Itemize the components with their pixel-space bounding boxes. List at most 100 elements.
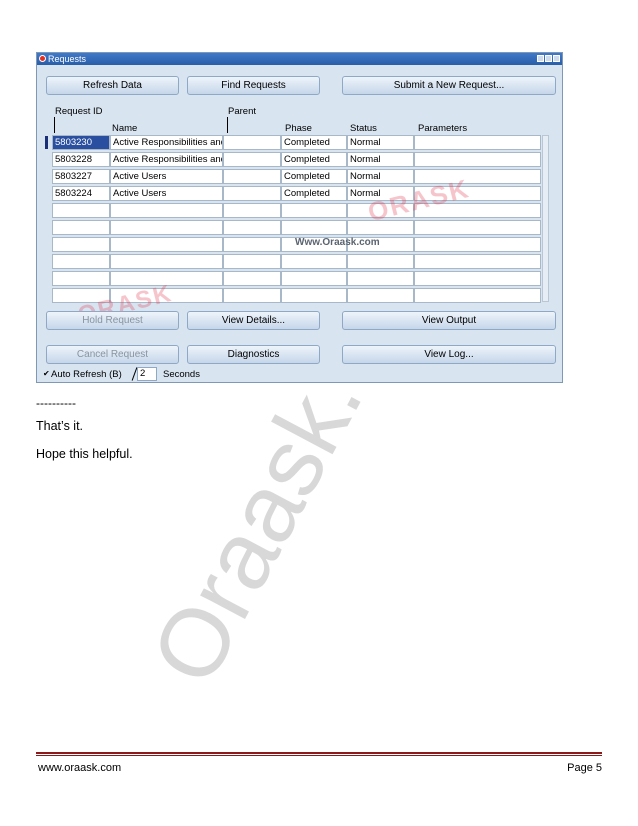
- body-line-2: Hope this helpful.: [36, 447, 133, 461]
- oracle-icon: [39, 55, 46, 62]
- table-row[interactable]: [52, 203, 542, 218]
- window-title-bar[interactable]: Requests: [37, 53, 562, 65]
- view-details-button[interactable]: View Details...: [187, 311, 320, 330]
- diagnostics-button[interactable]: Diagnostics: [187, 345, 320, 364]
- phase-cell[interactable]: Completed: [281, 152, 347, 167]
- name-cell[interactable]: Active Responsibilities and: [110, 135, 223, 150]
- status-cell[interactable]: Normal: [347, 152, 414, 167]
- divider-text: ----------: [36, 396, 76, 410]
- request-id-cell[interactable]: 5803227: [52, 169, 110, 184]
- table-row[interactable]: [52, 220, 542, 235]
- phase-cell[interactable]: [281, 288, 347, 303]
- phase-cell[interactable]: [281, 220, 347, 235]
- parameters-cell[interactable]: [414, 254, 541, 269]
- name-cell[interactable]: Active Users: [110, 186, 223, 201]
- status-cell[interactable]: [347, 254, 414, 269]
- name-cell[interactable]: [110, 237, 223, 252]
- parameters-cell[interactable]: [414, 237, 541, 252]
- maximize-icon[interactable]: [545, 55, 552, 62]
- parent-cell[interactable]: [223, 220, 281, 235]
- table-row[interactable]: 5803227 Active Users Completed Normal: [52, 169, 542, 184]
- name-cell[interactable]: [110, 288, 223, 303]
- parameters-cell[interactable]: [414, 186, 541, 201]
- status-cell[interactable]: [347, 220, 414, 235]
- cancel-request-button[interactable]: Cancel Request: [46, 345, 179, 364]
- request-id-cell[interactable]: [52, 237, 110, 252]
- name-cell[interactable]: [110, 271, 223, 286]
- view-log-button[interactable]: View Log...: [342, 345, 556, 364]
- request-id-cell[interactable]: 5803230: [52, 135, 110, 150]
- hold-request-button[interactable]: Hold Request: [46, 311, 179, 330]
- checkbox-check-icon[interactable]: ✔: [43, 369, 50, 378]
- parent-cell[interactable]: [223, 135, 281, 150]
- minimize-icon[interactable]: [537, 55, 544, 62]
- current-record-indicator: [45, 136, 48, 149]
- body-line-1: That’s it.: [36, 419, 84, 433]
- phase-cell[interactable]: Completed: [281, 186, 347, 201]
- parameters-cell[interactable]: [414, 135, 541, 150]
- parent-cell[interactable]: [223, 203, 281, 218]
- request-id-cell[interactable]: [52, 220, 110, 235]
- table-row[interactable]: [52, 254, 542, 269]
- table-row[interactable]: [52, 271, 542, 286]
- header-divider: [54, 117, 55, 133]
- col-header-parameters: Parameters: [418, 123, 468, 134]
- footer-website: www.oraask.com: [38, 762, 122, 774]
- phase-cell[interactable]: Completed: [281, 135, 347, 150]
- request-id-cell[interactable]: 5803228: [52, 152, 110, 167]
- table-row[interactable]: 5803230 Active Responsibilities and Comple…: [52, 135, 542, 150]
- request-id-cell[interactable]: 5803224: [52, 186, 110, 201]
- find-requests-button[interactable]: Find Requests: [187, 76, 320, 95]
- request-id-cell[interactable]: [52, 203, 110, 218]
- auto-refresh-seconds-input[interactable]: 2: [137, 367, 157, 381]
- status-cell[interactable]: Normal: [347, 186, 414, 201]
- parent-cell[interactable]: [223, 186, 281, 201]
- parent-cell[interactable]: [223, 237, 281, 252]
- view-output-button[interactable]: View Output: [342, 311, 556, 330]
- status-cell[interactable]: [347, 237, 414, 252]
- phase-cell[interactable]: [281, 271, 347, 286]
- status-cell[interactable]: [347, 203, 414, 218]
- status-cell[interactable]: [347, 271, 414, 286]
- parent-cell[interactable]: [223, 152, 281, 167]
- parameters-cell[interactable]: [414, 152, 541, 167]
- footer-rule: [36, 755, 602, 756]
- phase-cell[interactable]: Completed: [281, 169, 347, 184]
- grid-scrollbar[interactable]: [542, 135, 549, 302]
- close-icon[interactable]: [553, 55, 560, 62]
- parameters-cell[interactable]: [414, 220, 541, 235]
- request-id-cell[interactable]: [52, 271, 110, 286]
- refresh-data-button[interactable]: Refresh Data: [46, 76, 179, 95]
- table-row[interactable]: 5803228 Active Responsibilities and Comple…: [52, 152, 542, 167]
- footer-page-number: Page 5: [567, 762, 602, 774]
- phase-cell[interactable]: [281, 203, 347, 218]
- phase-cell[interactable]: [281, 237, 347, 252]
- status-cell[interactable]: Normal: [347, 135, 414, 150]
- status-cell[interactable]: Normal: [347, 169, 414, 184]
- parameters-cell[interactable]: [414, 169, 541, 184]
- parameters-cell[interactable]: [414, 203, 541, 218]
- table-row[interactable]: [52, 288, 542, 303]
- table-row[interactable]: [52, 237, 542, 252]
- parent-cell[interactable]: [223, 169, 281, 184]
- parent-cell[interactable]: [223, 288, 281, 303]
- request-id-cell[interactable]: [52, 288, 110, 303]
- name-cell[interactable]: [110, 203, 223, 218]
- name-cell[interactable]: [110, 220, 223, 235]
- name-cell[interactable]: Active Responsibilities and: [110, 152, 223, 167]
- submit-new-request-button[interactable]: Submit a New Request...: [342, 76, 556, 95]
- parameters-cell[interactable]: [414, 288, 541, 303]
- parent-cell[interactable]: [223, 271, 281, 286]
- auto-refresh-label: Auto Refresh (B): [51, 369, 122, 380]
- name-cell[interactable]: Active Users: [110, 169, 223, 184]
- window-title: Requests: [48, 54, 87, 64]
- request-id-cell[interactable]: [52, 254, 110, 269]
- col-header-phase: Phase: [285, 123, 312, 134]
- table-row[interactable]: 5803224 Active Users Completed Normal: [52, 186, 542, 201]
- status-cell[interactable]: [347, 288, 414, 303]
- page-watermark: Oraask.: [130, 353, 384, 701]
- parent-cell[interactable]: [223, 254, 281, 269]
- name-cell[interactable]: [110, 254, 223, 269]
- parameters-cell[interactable]: [414, 271, 541, 286]
- phase-cell[interactable]: [281, 254, 347, 269]
